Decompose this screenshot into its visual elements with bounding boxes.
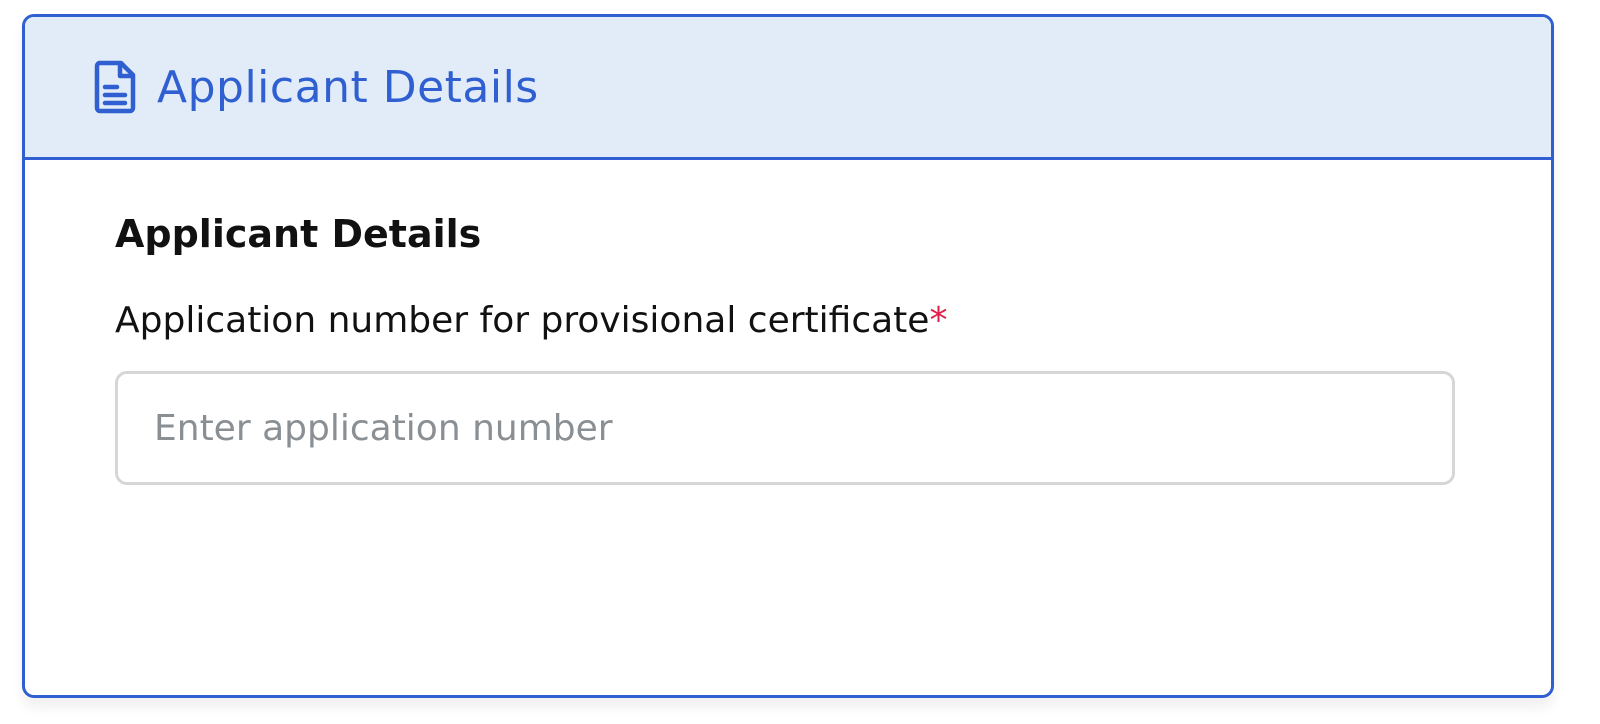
card-header-title: Applicant Details (157, 61, 539, 113)
application-number-label: Application number for provisional certi… (115, 300, 1461, 341)
document-icon (91, 59, 139, 115)
applicant-details-card: Applicant Details Applicant Details Appl… (22, 14, 1554, 698)
card-body: Applicant Details Application number for… (25, 160, 1551, 485)
application-number-input[interactable] (115, 371, 1455, 485)
card-header: Applicant Details (25, 17, 1551, 160)
required-asterisk: * (929, 300, 948, 341)
section-title: Applicant Details (115, 212, 482, 256)
application-number-label-text: Application number for provisional certi… (115, 300, 930, 341)
